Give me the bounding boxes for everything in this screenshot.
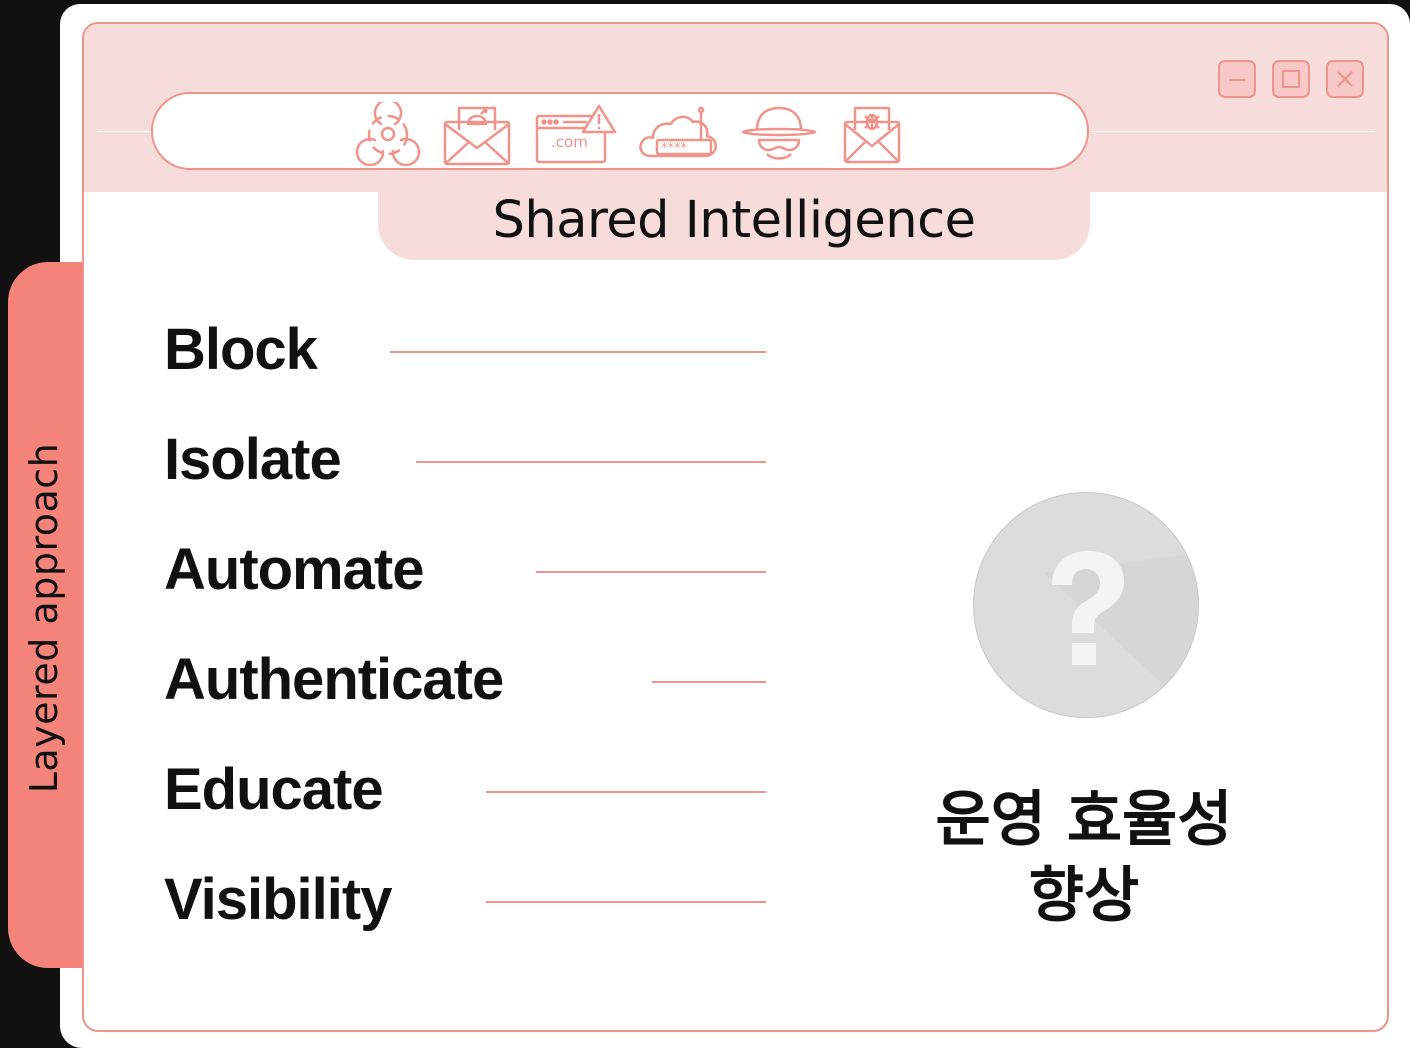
- connector-line: [486, 901, 766, 903]
- hacker-icon: [741, 106, 817, 160]
- result-line-1: 운영 효율성: [935, 785, 1233, 855]
- close-icon: [1337, 71, 1353, 87]
- result-text: 운영 효율성 향상: [884, 782, 1284, 934]
- maximize-button[interactable]: [1272, 60, 1310, 98]
- page-title: Shared Intelligence: [492, 191, 977, 250]
- title-bar: .com ****: [84, 24, 1387, 192]
- close-button[interactable]: [1326, 60, 1364, 98]
- connector-line: [536, 571, 766, 573]
- layer-label-visibility: Visibility: [164, 867, 392, 932]
- minimize-button[interactable]: [1218, 60, 1256, 98]
- connector-line: [416, 461, 766, 463]
- malicious-domain-icon: .com: [535, 104, 617, 164]
- help-circle: [973, 492, 1199, 718]
- side-tab-label: Layered approach: [22, 442, 66, 794]
- question-mark-icon: [1044, 551, 1198, 717]
- connector-line: [652, 681, 766, 683]
- svg-text:.com: .com: [551, 133, 588, 151]
- address-bar[interactable]: .com ****: [151, 92, 1089, 170]
- layer-label-automate: Automate: [164, 537, 424, 602]
- minimize-icon: [1229, 79, 1245, 81]
- heading-tab: Shared Intelligence: [378, 184, 1090, 260]
- title-bar-divider: [1092, 131, 1374, 132]
- layer-label-authenticate: Authenticate: [164, 647, 504, 712]
- layer-label-educate: Educate: [164, 757, 384, 822]
- malware-mail-icon: [843, 106, 901, 164]
- connector-line: [486, 791, 766, 793]
- result-line-2: 향상: [1028, 861, 1140, 931]
- biohazard-icon: [355, 102, 421, 166]
- maximize-icon: [1282, 70, 1300, 88]
- phishing-mail-icon: [443, 106, 511, 166]
- svg-text:****: ****: [661, 141, 688, 156]
- credential-cloud-icon: ****: [639, 106, 717, 158]
- connector-line: [390, 351, 766, 353]
- layer-label-block: Block: [164, 317, 318, 382]
- app-window: .com **** Shared Intelligence Block Isol…: [82, 22, 1389, 1032]
- layer-label-isolate: Isolate: [164, 427, 342, 492]
